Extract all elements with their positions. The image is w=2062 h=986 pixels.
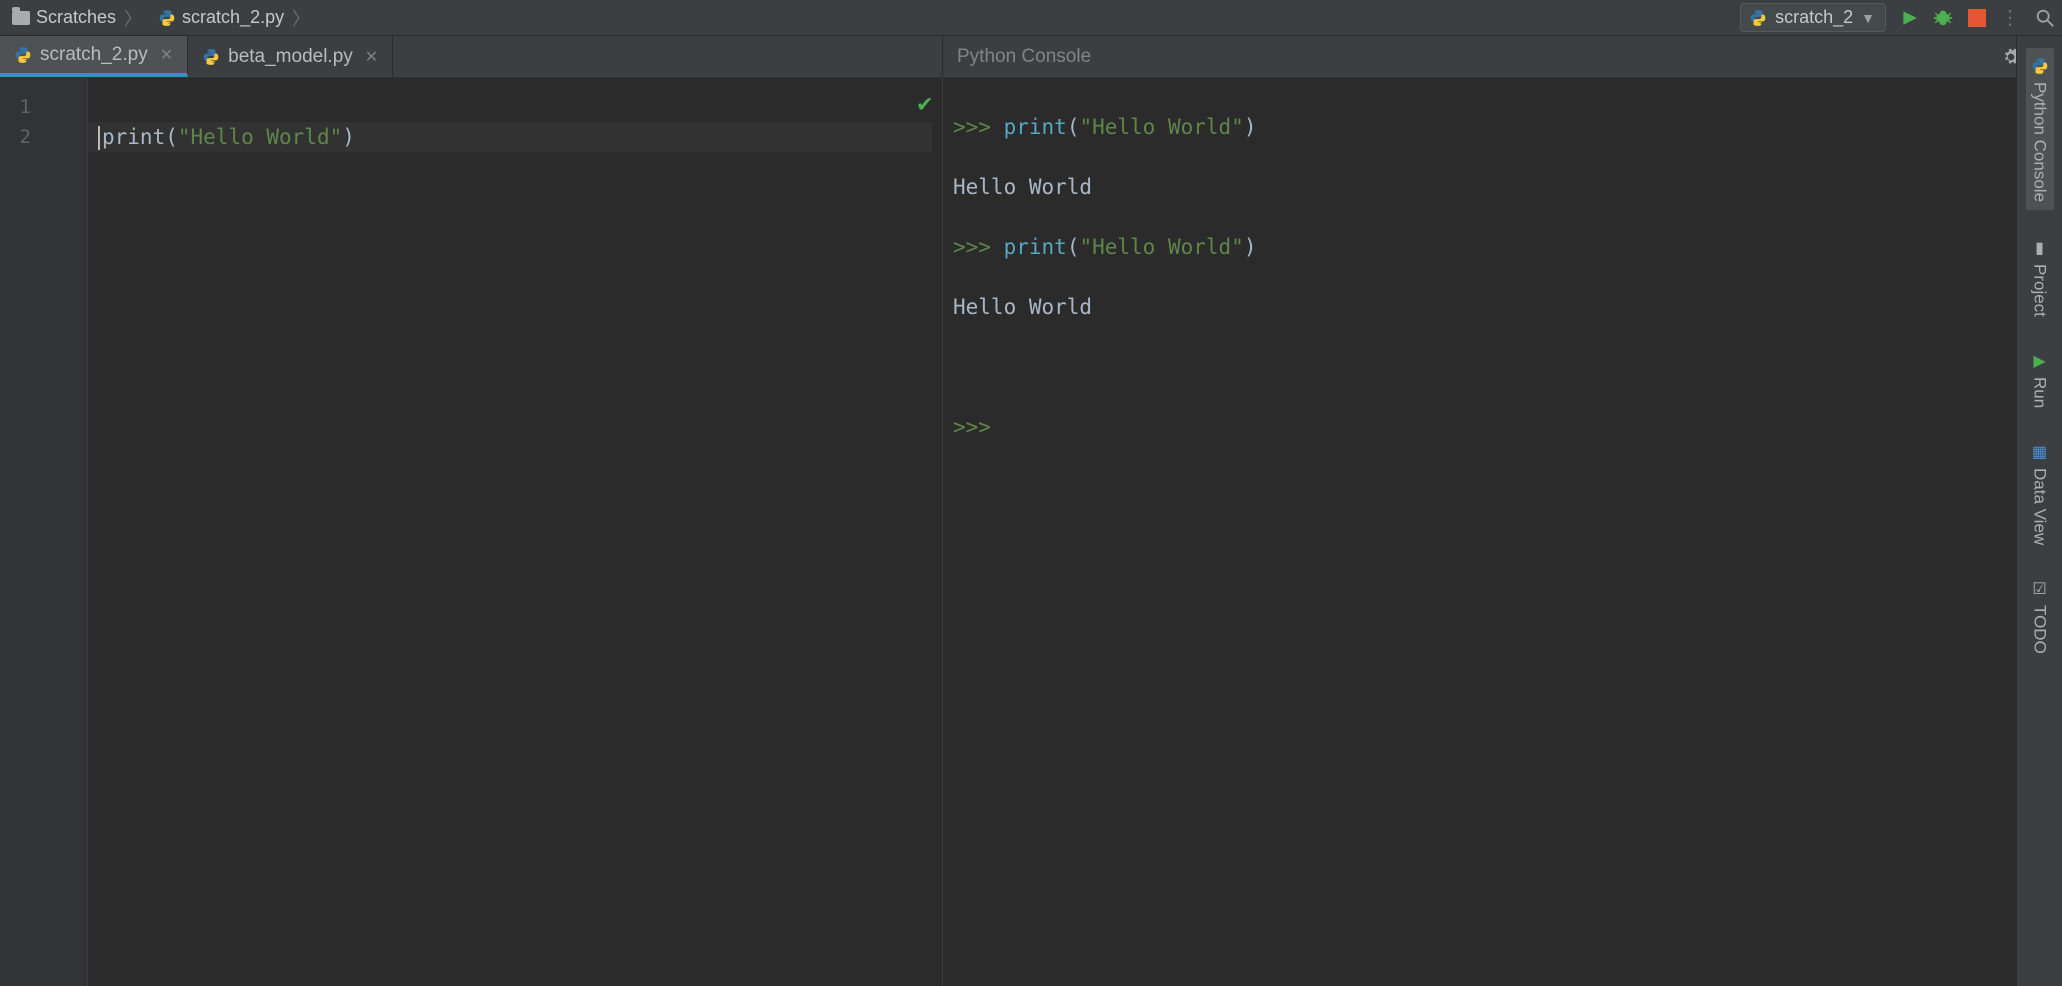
run-config-label: scratch_2 xyxy=(1775,7,1853,28)
token-identifier: print xyxy=(1004,235,1067,259)
code-line: print("Hello World") xyxy=(88,122,932,152)
run-button[interactable] xyxy=(1898,7,1920,29)
tab-scratch-2[interactable]: scratch_2.py ✕ xyxy=(0,36,188,77)
console-line: >>> print("Hello World") xyxy=(953,112,2052,142)
console-prompt: >>> xyxy=(953,115,991,139)
token-punct: ) xyxy=(1244,115,1257,139)
more-icon[interactable]: ⋮ xyxy=(2000,5,2022,30)
token-punct: ) xyxy=(1244,235,1257,259)
debug-button[interactable] xyxy=(1932,7,1954,29)
tool-data-view[interactable]: ▦ Data View xyxy=(2030,436,2050,551)
console-title: Python Console xyxy=(957,46,2000,68)
breadcrumb: Scratches 〉 scratch_2.py 〉 xyxy=(6,3,1740,33)
console-header: Python Console ▾ xyxy=(942,36,2062,77)
chevron-right-icon: 〉 xyxy=(124,5,142,31)
close-icon[interactable]: ✕ xyxy=(160,45,173,65)
tab-label: beta_model.py xyxy=(228,46,353,68)
text-cursor xyxy=(98,126,100,150)
tool-run[interactable]: ▶ Run xyxy=(2030,345,2050,414)
project-icon: ▮ xyxy=(2030,238,2050,258)
line-number-gutter: 1 2 xyxy=(0,78,88,986)
breadcrumb-root[interactable]: Scratches 〉 xyxy=(6,3,148,33)
python-file-icon xyxy=(1749,9,1767,27)
token-identifier: print xyxy=(1004,115,1067,139)
run-configuration-selector[interactable]: scratch_2 ▼ xyxy=(1740,3,1886,32)
breadcrumb-root-label: Scratches xyxy=(36,7,116,28)
token-identifier: print xyxy=(102,125,165,149)
tool-label: Python Console xyxy=(2030,82,2050,202)
play-icon: ▶ xyxy=(2030,351,2050,371)
console-prompt: >>> xyxy=(953,415,991,439)
search-button[interactable] xyxy=(2034,7,2056,29)
top-toolbar: Scratches 〉 scratch_2.py 〉 scratch_2 ▼ ⋮ xyxy=(0,0,2062,36)
tool-label: TODO xyxy=(2030,605,2050,654)
console-prompt: >>> xyxy=(953,235,991,259)
tab-beta-model[interactable]: beta_model.py ✕ xyxy=(188,36,393,77)
token-punct: ) xyxy=(342,125,355,149)
python-file-icon xyxy=(202,48,220,66)
grid-icon: ▦ xyxy=(2030,442,2050,462)
token-string: "Hello World" xyxy=(178,125,342,149)
chevron-down-icon: ▼ xyxy=(1861,10,1875,26)
main-split: 1 2 print("Hello World") ✔ >>> print("He… xyxy=(0,78,2062,986)
console-output: Hello World xyxy=(953,172,2052,202)
token-punct: ( xyxy=(165,125,178,149)
tool-label: Data View xyxy=(2030,468,2050,545)
editor-tabs: scratch_2.py ✕ beta_model.py ✕ xyxy=(0,36,942,77)
token-string: "Hello World" xyxy=(1079,235,1243,259)
stop-icon xyxy=(1968,9,1986,27)
folder-icon xyxy=(12,11,30,25)
breadcrumb-file[interactable]: scratch_2.py 〉 xyxy=(152,3,316,33)
token-string: "Hello World" xyxy=(1079,115,1243,139)
console-line: >>> print("Hello World") xyxy=(953,232,2052,262)
chevron-right-icon: 〉 xyxy=(292,5,310,31)
console-output: Hello World xyxy=(953,292,2052,322)
inspection-ok-icon[interactable]: ✔ xyxy=(918,88,932,118)
line-number: 2 xyxy=(0,122,31,152)
breadcrumb-file-label: scratch_2.py xyxy=(182,7,284,28)
tool-todo[interactable]: ☑ TODO xyxy=(2030,573,2050,660)
python-icon xyxy=(2030,56,2050,76)
stop-button[interactable] xyxy=(1966,7,1988,29)
code-line xyxy=(98,182,932,212)
token-punct: ( xyxy=(1067,235,1080,259)
console-line: >>> xyxy=(953,412,2052,442)
python-file-icon xyxy=(14,46,32,64)
python-console[interactable]: >>> print("Hello World") Hello World >>>… xyxy=(942,78,2062,986)
editor-pane: 1 2 print("Hello World") ✔ xyxy=(0,78,942,986)
tab-label: scratch_2.py xyxy=(40,44,148,66)
right-tool-strip: Python Console ▮ Project ▶ Run ▦ Data Vi… xyxy=(2016,36,2062,986)
line-number: 1 xyxy=(0,92,31,122)
tabs-row: scratch_2.py ✕ beta_model.py ✕ Python Co… xyxy=(0,36,2062,78)
close-icon[interactable]: ✕ xyxy=(365,47,378,67)
tool-label: Run xyxy=(2030,377,2050,408)
tool-python-console[interactable]: Python Console xyxy=(2026,48,2054,210)
tool-label: Project xyxy=(2030,264,2050,317)
todo-icon: ☑ xyxy=(2030,579,2050,599)
tool-project[interactable]: ▮ Project xyxy=(2030,232,2050,323)
console-line xyxy=(953,352,2052,382)
toolbar-right: scratch_2 ▼ ⋮ xyxy=(1740,3,2056,32)
code-editor[interactable]: print("Hello World") ✔ xyxy=(88,78,942,986)
python-file-icon xyxy=(158,9,176,27)
token-punct: ( xyxy=(1067,115,1080,139)
